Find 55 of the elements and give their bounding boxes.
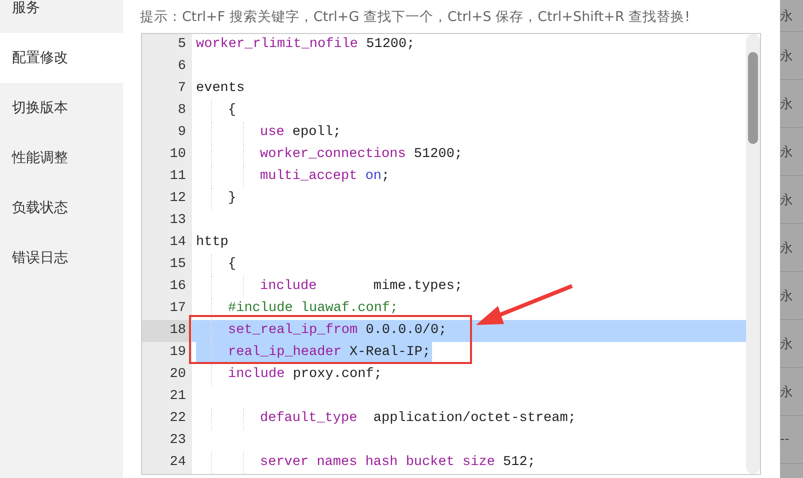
code-text: http [196, 234, 228, 252]
line-number: 14 [142, 232, 192, 254]
line-number: 9 [142, 122, 192, 144]
line-number: 16 [142, 276, 192, 298]
line-number: 19 [142, 342, 192, 364]
code-text: } [228, 190, 236, 208]
line-number: 8 [142, 100, 192, 122]
code-text: include mime.types; [260, 278, 463, 296]
code-editor[interactable] [141, 33, 761, 475]
table-cell-text: 永 [780, 384, 793, 400]
line-number: 21 [142, 386, 192, 408]
line-number: 11 [142, 166, 192, 188]
code-text: worker_connections 51200; [260, 146, 463, 164]
table-cell-text: 永 [780, 240, 793, 256]
sidebar-item[interactable]: 服务 [0, 0, 123, 33]
table-cell-text: 永 [780, 96, 793, 112]
code-text: { [228, 102, 236, 120]
code-text: real_ip_header X-Real-IP; [228, 344, 431, 362]
table-cell-text: 永 [780, 336, 793, 352]
code-text: worker_rlimit_nofile 51200; [196, 36, 415, 54]
table-cell-text: 永 [780, 144, 793, 160]
line-number: 5 [142, 34, 192, 56]
line-number: 7 [142, 78, 192, 100]
code-text: use epoll; [260, 124, 342, 142]
line-number: 18 [142, 320, 192, 342]
table-cell-text: 永 [780, 192, 793, 208]
line-number: 15 [142, 254, 192, 276]
line-number: 6 [142, 56, 192, 78]
line-number: 12 [142, 188, 192, 210]
table-cell: -- [780, 432, 790, 447]
code-text: server names hash bucket size 512; [260, 454, 536, 472]
line-number: 22 [142, 408, 192, 430]
line-number: 13 [142, 210, 192, 232]
table-cell-text: 永 [780, 288, 793, 304]
table-cell-text: 永 [780, 48, 793, 64]
code-text: set_real_ip_from 0.0.0.0/0; [228, 322, 447, 340]
line-number: 17 [142, 298, 192, 320]
sidebar-item[interactable]: 切换版本 [0, 83, 123, 133]
code-text: { [228, 256, 236, 274]
line-number: 20 [142, 364, 192, 386]
line-number: 10 [142, 144, 192, 166]
hint-text: 提示：Ctrl+F 搜索关键字，Ctrl+G 查找下一个，Ctrl+S 保存，Ctrl+Shift+R 查找替换! [140, 8, 692, 26]
code-text: default_type application/octet-stream; [260, 410, 576, 428]
sidebar-item[interactable]: 性能调整 [0, 133, 123, 183]
line-number: 23 [142, 430, 192, 452]
code-text: multi_accept on; [260, 168, 390, 186]
code-text: include proxy.conf; [228, 366, 382, 384]
code-text: events [196, 80, 245, 98]
table-cell-text: 永 [780, 8, 793, 24]
line-number: 24 [142, 452, 192, 474]
sidebar-item[interactable]: 错误日志 [0, 233, 123, 283]
code-text: #include luawaf.conf; [228, 300, 398, 318]
sidebar-item[interactable]: 负载状态 [0, 183, 123, 233]
sidebar-item[interactable]: 配置修改 [0, 33, 123, 83]
scrollbar[interactable] [746, 34, 760, 474]
